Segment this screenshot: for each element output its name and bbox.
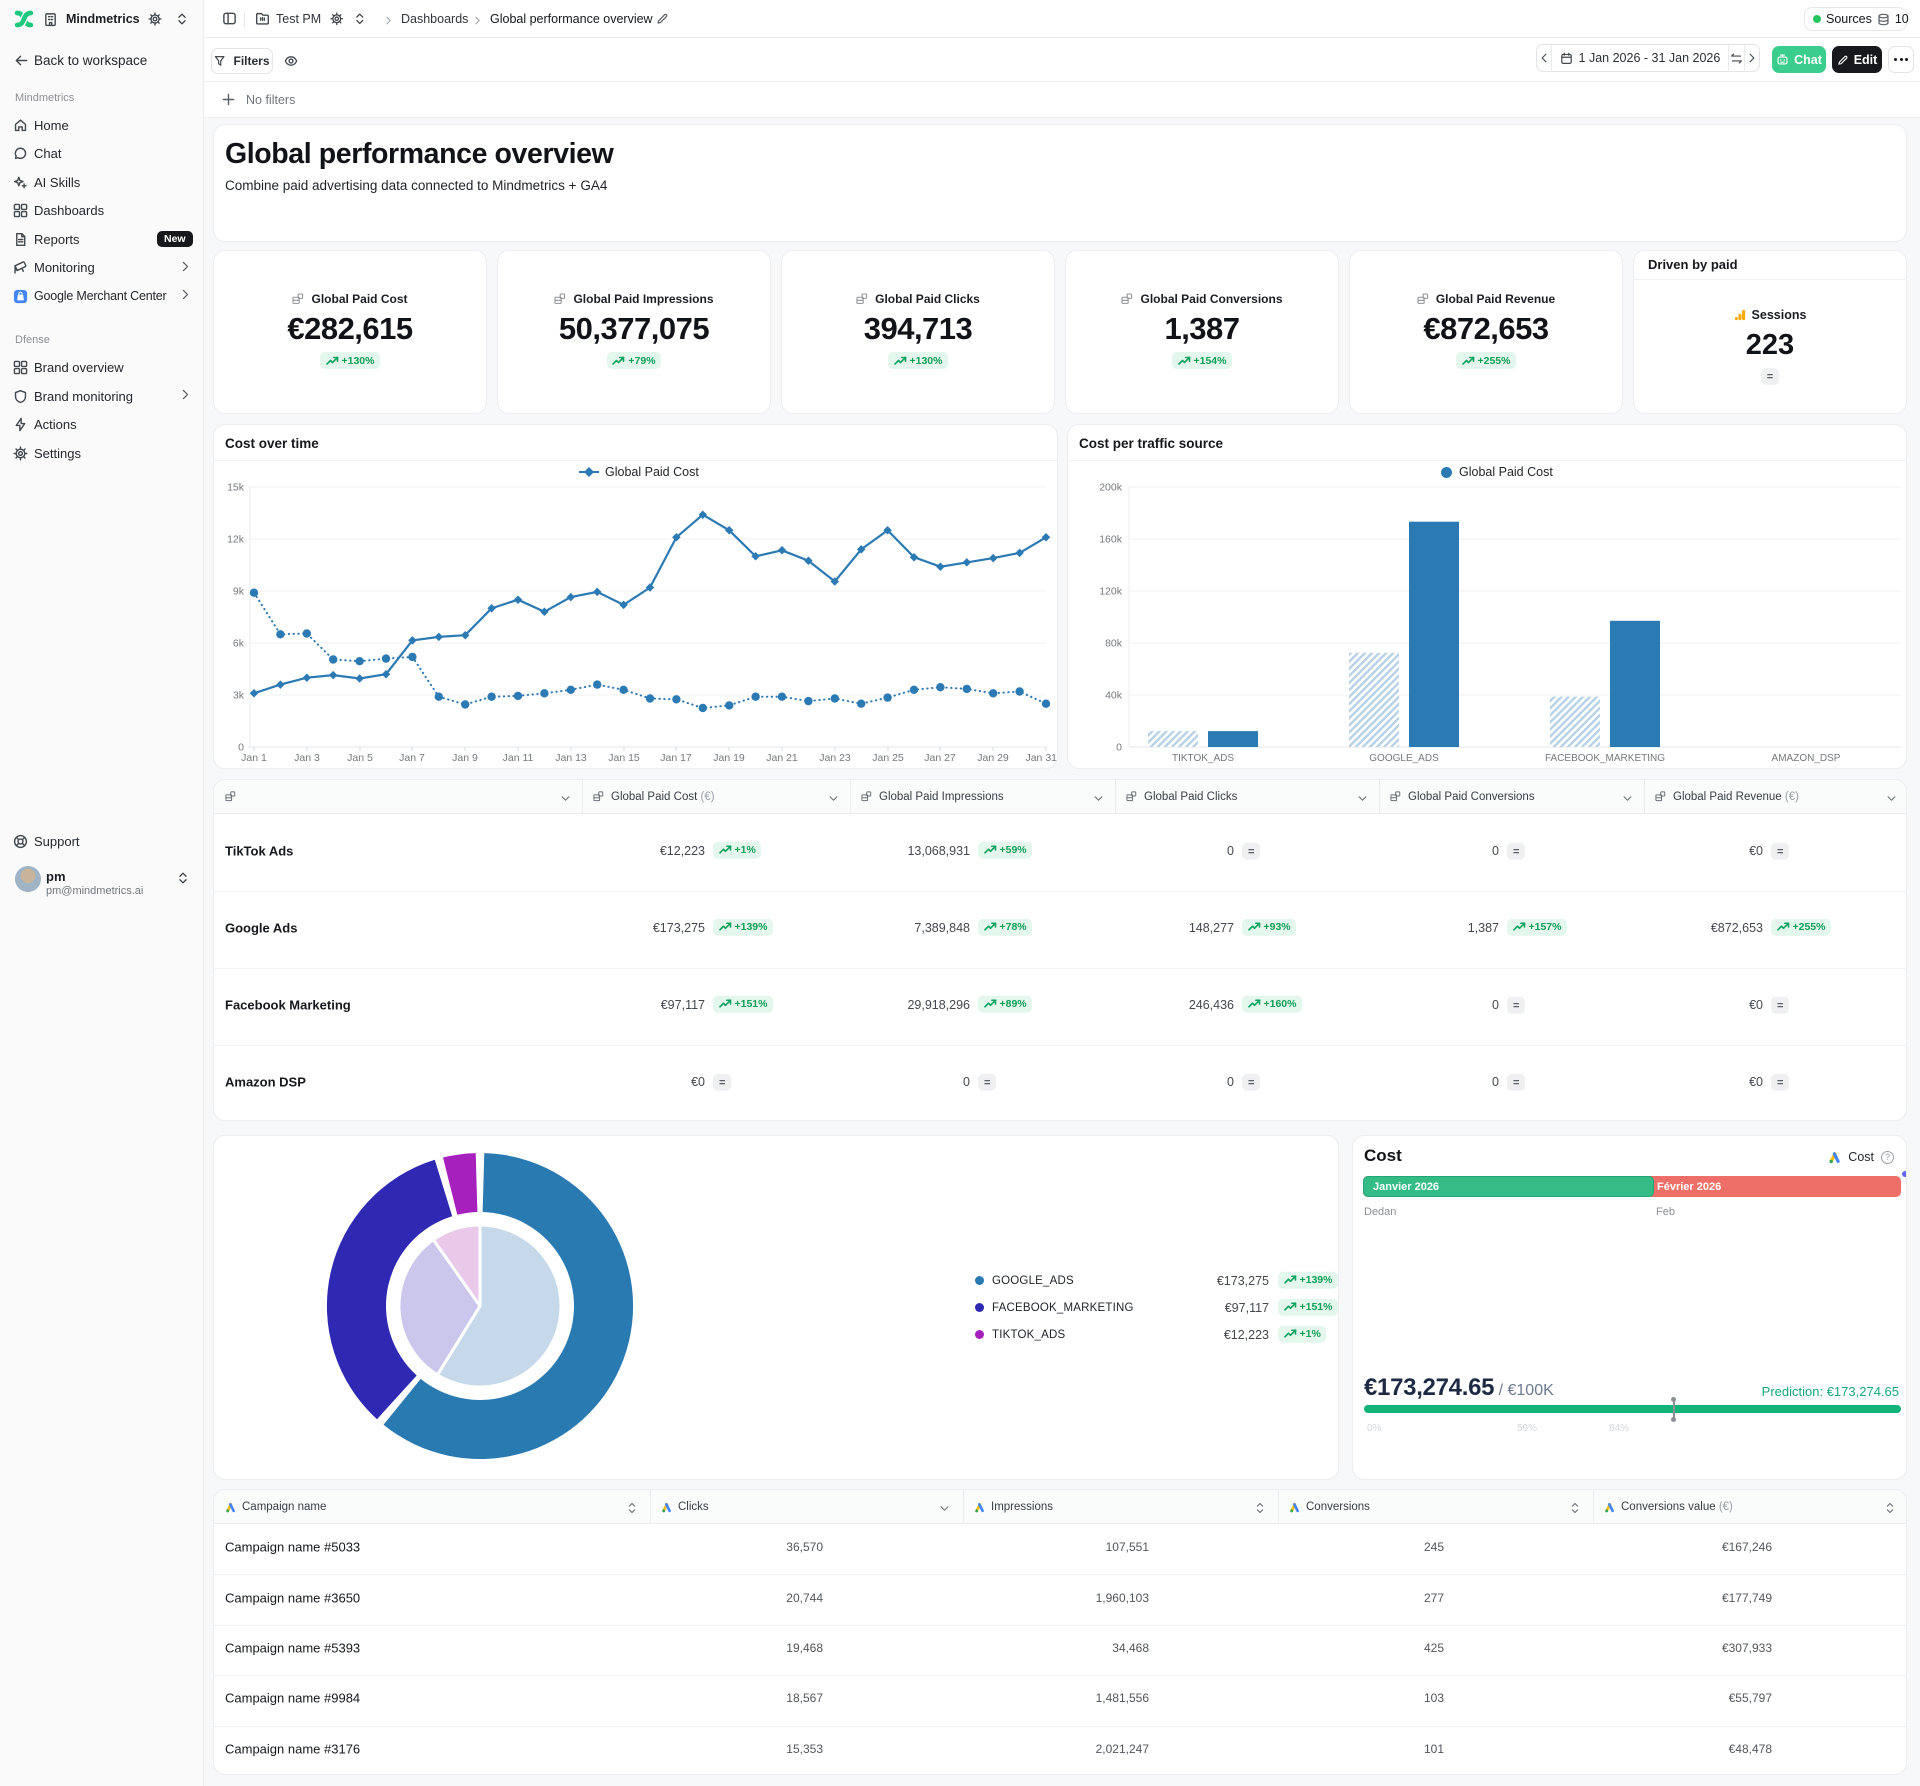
svg-text:6k: 6k [233, 638, 245, 650]
svg-text:Jan 11: Jan 11 [503, 752, 534, 764]
svg-text:Jan 13: Jan 13 [555, 752, 587, 764]
svg-text:Jan 1: Jan 1 [241, 752, 267, 764]
svg-text:15k: 15k [227, 482, 245, 494]
svg-text:Jan 21: Jan 21 [766, 752, 798, 764]
svg-text:Jan 19: Jan 19 [713, 752, 745, 764]
svg-text:FACEBOOK_MARKETING: FACEBOOK_MARKETING [1545, 753, 1665, 764]
svg-text:200k: 200k [1099, 482, 1123, 494]
svg-text:Jan 27: Jan 27 [924, 752, 956, 764]
svg-text:GOOGLE_ADS: GOOGLE_ADS [1369, 753, 1439, 764]
svg-text:Jan 17: Jan 17 [660, 752, 692, 764]
svg-text:Jan 31: Jan 31 [1025, 752, 1057, 764]
svg-text:3k: 3k [233, 690, 245, 702]
svg-text:Jan 23: Jan 23 [819, 752, 851, 764]
svg-text:Jan 5: Jan 5 [347, 752, 373, 764]
svg-text:80k: 80k [1105, 638, 1123, 650]
svg-text:Jan 7: Jan 7 [399, 752, 425, 764]
svg-text:Jan 3: Jan 3 [294, 752, 320, 764]
svg-text:Jan 29: Jan 29 [977, 752, 1009, 764]
svg-text:120k: 120k [1099, 586, 1123, 598]
svg-text:40k: 40k [1105, 690, 1123, 702]
svg-text:AMAZON_DSP: AMAZON_DSP [1772, 753, 1841, 764]
svg-text:Jan 15: Jan 15 [608, 752, 640, 764]
svg-text:0: 0 [1116, 742, 1122, 754]
svg-text:TIKTOK_ADS: TIKTOK_ADS [1172, 753, 1234, 764]
svg-text:Jan 25: Jan 25 [872, 752, 904, 764]
svg-text:12k: 12k [227, 534, 245, 546]
svg-text:9k: 9k [233, 586, 245, 598]
svg-text:Jan 9: Jan 9 [452, 752, 478, 764]
svg-text:160k: 160k [1099, 534, 1123, 546]
